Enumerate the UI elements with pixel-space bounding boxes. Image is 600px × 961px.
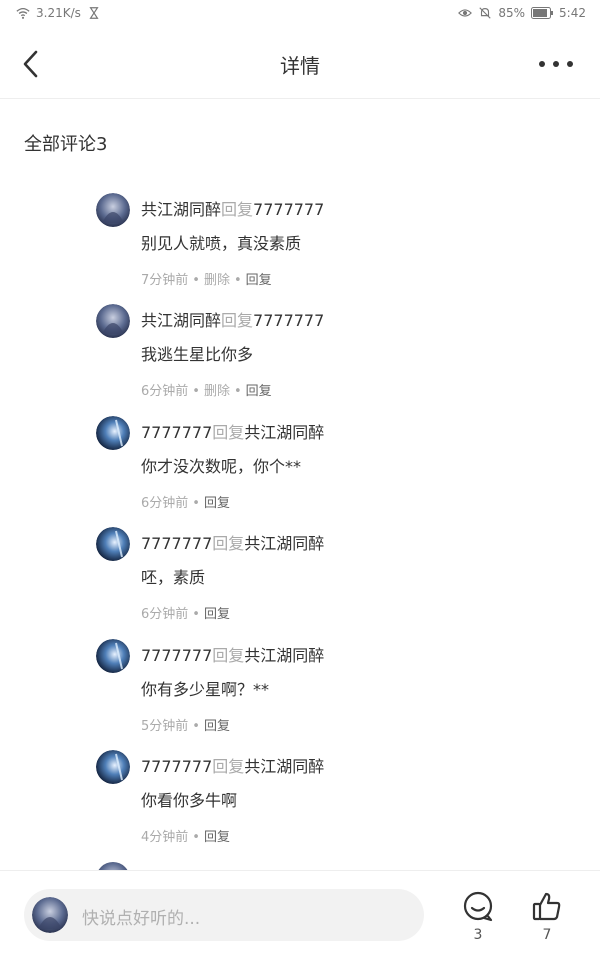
comment-count: 3: [473, 927, 483, 943]
thumbs-up-icon: [532, 892, 561, 921]
comment-time: 4分钟前: [141, 830, 189, 845]
separator-dot: •: [192, 607, 200, 622]
mute-bell-icon: [479, 7, 492, 19]
avatar[interactable]: [96, 304, 130, 338]
avatar[interactable]: [96, 193, 130, 227]
comment-item: 7777777回复共江湖同醉 呸，素质 6分钟前 • 回复: [96, 527, 556, 637]
separator-dot: •: [192, 496, 200, 511]
comment-author[interactable]: 7777777: [141, 646, 212, 665]
reply-word: 回复: [212, 757, 245, 776]
separator-dot: •: [192, 830, 200, 845]
comment-text: 你有多少星啊？**: [141, 680, 270, 699]
comment-time: 6分钟前: [141, 384, 189, 399]
status-bar: 3.21K/s 85% 5:42: [0, 0, 600, 28]
page-title: 详情: [280, 54, 320, 78]
reply-link[interactable]: 回复: [204, 607, 230, 622]
delete-link[interactable]: 删除: [204, 384, 230, 399]
comment-author[interactable]: 7777777: [141, 423, 212, 442]
reply-link[interactable]: 回复: [246, 384, 272, 399]
net-speed: 3.21K/s: [36, 6, 81, 20]
comment-item: 共江湖同醉回复7777777 别见人就喷，真没素质 7分钟前 • 删除 • 回复: [96, 193, 556, 303]
reply-word: 回复: [212, 534, 245, 553]
comment-item: 7777777回复共江湖同醉 你有多少星啊？** 5分钟前 • 回复: [96, 639, 556, 749]
separator-dot: •: [192, 384, 200, 399]
comment-author[interactable]: 7777777: [141, 534, 212, 553]
reply-link[interactable]: 回复: [204, 830, 230, 845]
reply-word: 回复: [212, 423, 245, 442]
separator-dot: •: [192, 273, 200, 288]
comment-text: 你看你多牛啊: [141, 791, 238, 810]
comment-author[interactable]: 共江湖同醉: [141, 311, 221, 330]
reply-word: 回复: [212, 646, 245, 665]
comments-button[interactable]: 3: [458, 889, 498, 949]
battery-percent: 85%: [498, 6, 526, 20]
hourglass-icon: [89, 7, 99, 19]
comment-text: 我逃生星比你多: [141, 345, 254, 364]
reply-target[interactable]: 共江湖同醉: [244, 423, 324, 442]
user-avatar: [32, 897, 68, 933]
comment-item: 7777777回复共江湖同醉 你看你多牛啊 4分钟前 • 回复: [96, 750, 556, 860]
comment-author[interactable]: 共江湖同醉: [141, 200, 221, 219]
comment-time: 7分钟前: [141, 273, 189, 288]
comment-time: 6分钟前: [141, 496, 189, 511]
comments-section-title: 全部评论3: [24, 134, 108, 155]
separator-dot: •: [233, 273, 242, 288]
comment-item: 共江湖同醉回复7777777 我逃生星比你多 6分钟前 • 删除 • 回复: [96, 304, 556, 414]
reply-link[interactable]: 回复: [246, 273, 272, 288]
reply-link[interactable]: 回复: [204, 719, 230, 734]
avatar[interactable]: [96, 750, 130, 784]
comment-text: 呸，素质: [141, 568, 206, 587]
comment-time: 6分钟前: [141, 607, 189, 622]
battery-icon: [531, 7, 554, 19]
avatar[interactable]: [96, 416, 130, 450]
comment-input[interactable]: 快说点好听的...: [24, 889, 424, 941]
reply-link[interactable]: 回复: [204, 496, 230, 511]
like-count: 7: [542, 927, 552, 943]
input-placeholder: 快说点好听的...: [82, 909, 201, 929]
comment-time: 5分钟前: [141, 719, 189, 734]
reply-target[interactable]: 共江湖同醉: [244, 646, 324, 665]
more-options-icon[interactable]: [536, 48, 576, 80]
avatar[interactable]: [96, 527, 130, 561]
comment-text: 你才没次数呢，你个**: [141, 457, 302, 476]
avatar[interactable]: [96, 639, 130, 673]
reply-word: 回复: [221, 311, 254, 330]
bottom-bar: 快说点好听的... 3 7: [0, 870, 600, 961]
separator-dot: •: [233, 384, 242, 399]
delete-link[interactable]: 删除: [204, 273, 230, 288]
reply-word: 回复: [221, 200, 254, 219]
reply-target[interactable]: 共江湖同醉: [244, 534, 324, 553]
header: 详情: [0, 30, 600, 99]
wifi-icon: [16, 7, 30, 19]
reply-target[interactable]: 7777777: [253, 311, 324, 330]
comment-author[interactable]: 7777777: [141, 757, 212, 776]
separator-dot: •: [192, 719, 200, 734]
comment-icon: [463, 891, 493, 922]
comment-item: 7777777回复共江湖同醉 你才没次数呢，你个** 6分钟前 • 回复: [96, 416, 556, 526]
reply-target[interactable]: 共江湖同醉: [244, 757, 324, 776]
comment-text: 别见人就喷，真没素质: [141, 234, 302, 253]
eye-icon: [458, 9, 473, 17]
clock: 5:42: [559, 6, 586, 20]
like-button[interactable]: 7: [527, 889, 567, 949]
reply-target[interactable]: 7777777: [253, 200, 324, 219]
